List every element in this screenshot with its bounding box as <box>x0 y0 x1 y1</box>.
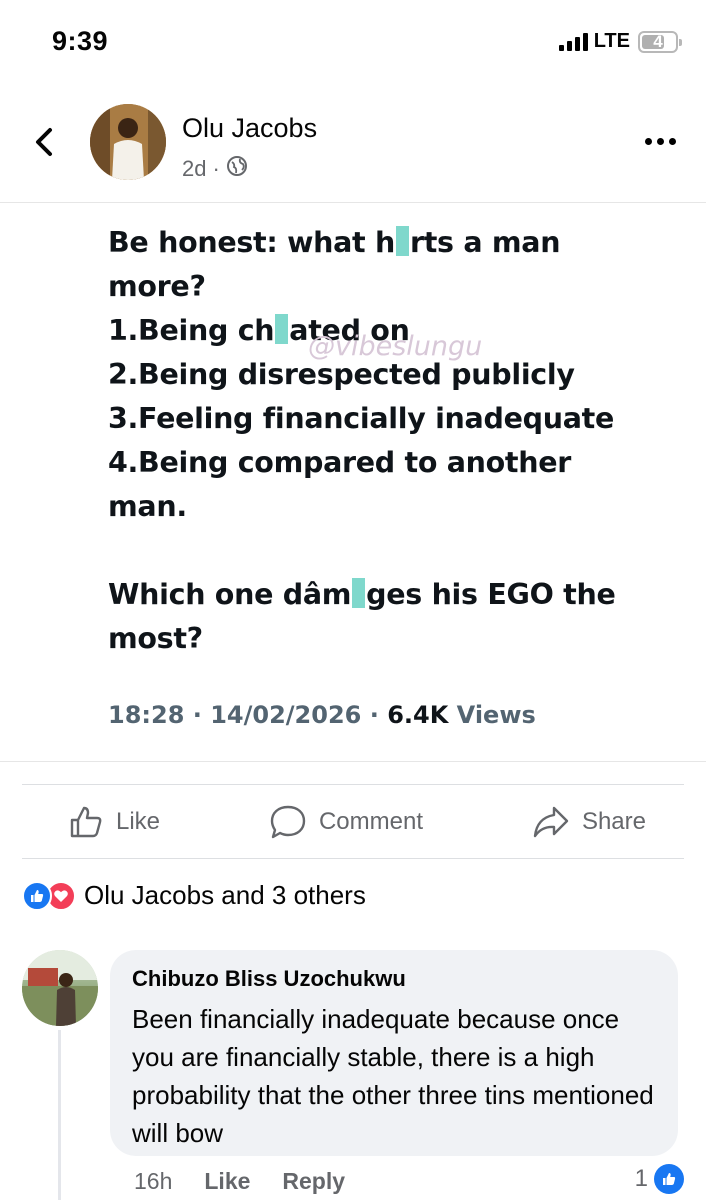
redaction-mark <box>275 314 289 344</box>
more-icon[interactable] <box>645 138 676 145</box>
author-name[interactable]: Olu Jacobs <box>182 113 317 144</box>
action-bar: Like Comment Share <box>22 786 684 858</box>
watermark: @vibeslungu <box>308 331 483 362</box>
tweet-text: Be honest: what h rts a man more? 1.Being… <box>108 221 648 661</box>
tweet-line-9: most? <box>108 622 203 655</box>
comment-reaction-number: 1 <box>634 1165 648 1192</box>
tweet-meta: 18:28 · 14/02/2026 · 6.4K Views <box>108 701 536 729</box>
author-avatar[interactable] <box>90 104 166 180</box>
tweet-line-5: 3.Feeling financially inadequate <box>108 402 614 435</box>
comment-bubble-icon <box>269 804 307 840</box>
battery-icon: 4 <box>638 30 682 53</box>
tweet-line-1: Be honest: what h rts a man <box>108 226 561 259</box>
comment-age: 16h <box>134 1168 173 1194</box>
post-image[interactable]: Be honest: what h rts a man more? 1.Being… <box>0 202 706 762</box>
comment-like-button[interactable]: Like <box>204 1168 250 1195</box>
divider <box>22 858 684 859</box>
commenter-name[interactable]: Chibuzo Bliss Uzochukwu <box>132 966 656 992</box>
post-meta: 2d · <box>182 155 248 183</box>
network-type: LTE <box>593 30 630 52</box>
comment-button[interactable]: Comment <box>269 804 423 840</box>
signal-icon <box>558 32 588 51</box>
status-indicators: LTE 4 <box>558 30 682 53</box>
comment-bubble[interactable]: Chibuzo Bliss Uzochukwu Been financially… <box>110 950 678 1156</box>
share-label: Share <box>581 808 646 835</box>
divider <box>22 784 684 785</box>
like-reaction-icon <box>22 880 52 911</box>
like-reaction-icon <box>654 1164 684 1194</box>
redaction-mark <box>352 578 366 608</box>
comment-label: Comment <box>318 808 423 835</box>
tweet-line-8: Which one dâm ges his EGO the <box>108 578 616 611</box>
thread-line <box>58 1030 61 1200</box>
reactions-summary[interactable]: Olu Jacobs and 3 others <box>22 880 366 911</box>
like-button[interactable]: Like <box>68 804 160 840</box>
tweet-views-count: 6.4K <box>387 701 449 729</box>
tweet-line-2: more? <box>108 270 206 303</box>
tweet-timestamp: 18:28 · 14/02/2026 · <box>108 701 379 729</box>
battery-level: 4 <box>653 31 663 51</box>
comment-reaction-count[interactable]: 1 <box>635 1164 684 1194</box>
globe-icon <box>226 155 248 183</box>
share-button[interactable]: Share <box>532 804 646 840</box>
status-time: 9:39 <box>52 26 109 56</box>
comment-reply-button[interactable]: Reply <box>282 1168 345 1195</box>
post-age[interactable]: 2d <box>182 156 206 182</box>
share-arrow-icon <box>532 804 570 840</box>
tweet-line-6: 4.Being compared to another <box>108 446 572 479</box>
back-chevron-icon[interactable] <box>30 122 60 162</box>
thumbs-up-icon <box>68 804 104 840</box>
comment-footer: 16h Like Reply <box>134 1168 345 1195</box>
tweet-views-label: Views <box>456 701 536 729</box>
tweet-line-7: man. <box>108 490 187 523</box>
comment-text: Been financially inadequate because once… <box>132 1004 654 1148</box>
redaction-mark <box>395 226 409 256</box>
commenter-avatar[interactable] <box>22 950 98 1026</box>
reactions-text: Olu Jacobs and 3 others <box>84 880 366 910</box>
like-label: Like <box>116 808 161 835</box>
meta-separator: · <box>212 156 220 181</box>
